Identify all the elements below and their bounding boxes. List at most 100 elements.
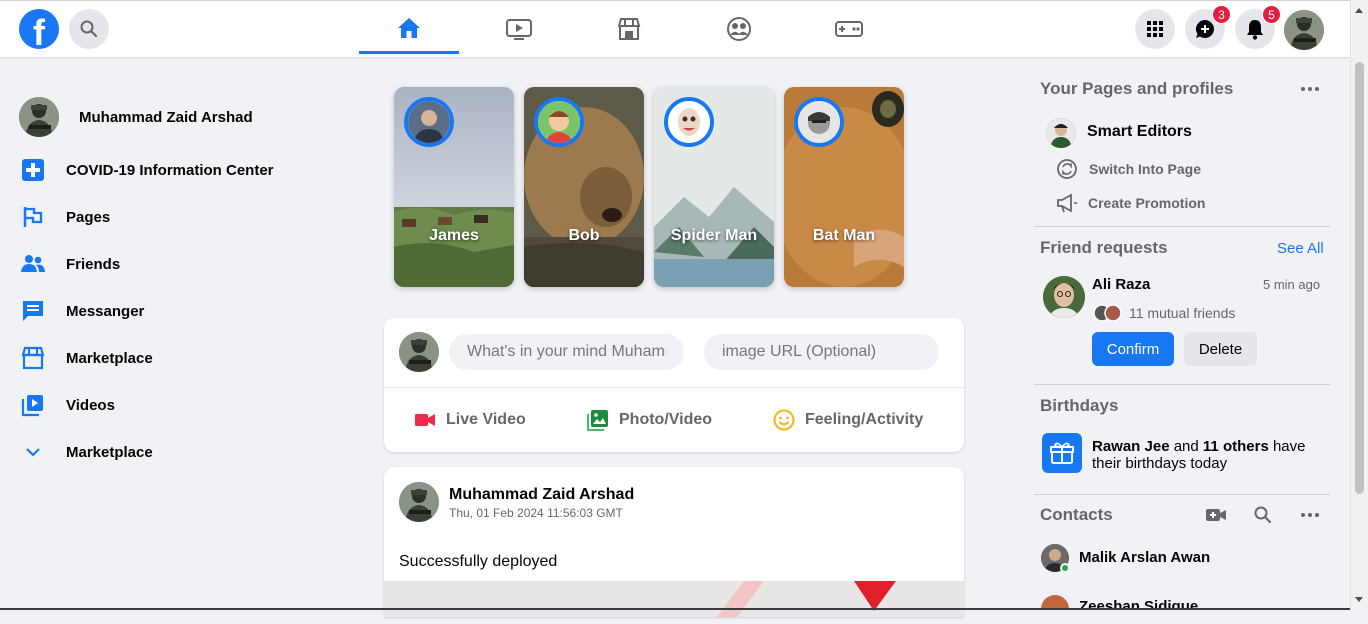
home-icon — [398, 17, 420, 38]
scrollbar-thumb[interactable] — [1355, 62, 1364, 494]
logo-letter: f — [33, 12, 45, 49]
story-card[interactable]: Bat Man — [784, 87, 904, 287]
tab-home[interactable] — [359, 4, 459, 54]
confirm-button[interactable]: Confirm — [1092, 332, 1174, 366]
contact-name-clip: Zeeshan Sidique — [1079, 598, 1279, 608]
contact-item[interactable] — [1041, 544, 1070, 573]
mutual-friends-label: 11 mutual friends — [1129, 305, 1236, 321]
story-avatar — [664, 97, 714, 147]
sidebar-item-label: Videos — [66, 396, 115, 414]
plus-square-icon — [20, 157, 46, 183]
story-name: James — [429, 227, 479, 244]
image-url-input[interactable] — [704, 334, 939, 370]
soldier-avatar-icon — [19, 97, 59, 137]
facebook-logo[interactable]: f — [19, 9, 59, 49]
divider — [1034, 384, 1330, 385]
request-avatar[interactable] — [1043, 276, 1085, 318]
menu-button[interactable] — [1135, 9, 1175, 49]
scroll-up-arrow-icon[interactable] — [1355, 8, 1363, 13]
switch-into-page-button[interactable]: Switch Into Page — [1056, 158, 1201, 180]
contacts-search-button[interactable] — [1253, 505, 1273, 530]
contact-item[interactable] — [1041, 595, 1069, 608]
birthday-name[interactable]: Rawan Jee — [1092, 438, 1170, 455]
grid-menu-icon — [1147, 21, 1163, 37]
notifications-button[interactable]: 5 — [1235, 5, 1281, 49]
mutual-friends[interactable]: 11 mutual friends — [1093, 304, 1235, 322]
sidebar-profile-name[interactable]: Muhammad Zaid Arshad — [79, 99, 253, 135]
video-library-icon — [20, 392, 46, 418]
post-timestamp[interactable]: Thu, 01 Feb 2024 11:56:03 GMT — [449, 506, 623, 520]
birthday-others[interactable]: 11 others — [1203, 438, 1269, 455]
sidebar-item-videos[interactable]: Videos — [20, 387, 115, 423]
request-name[interactable]: Ali Raza — [1092, 276, 1150, 293]
person-avatar-icon — [1043, 276, 1085, 318]
post-author-name[interactable]: Muhammad Zaid Arshad — [449, 486, 634, 504]
sidebar-item-label: COVID-19 Information Center — [66, 161, 274, 179]
live-video-label: Live Video — [446, 411, 526, 428]
contacts-heading: Contacts — [1040, 505, 1113, 524]
page-avatar[interactable] — [1046, 118, 1076, 148]
notifications-badge: 5 — [1262, 5, 1281, 24]
message-icon — [20, 298, 46, 324]
contact-name[interactable]: Malik Arslan Awan — [1079, 549, 1210, 566]
tab-marketplace[interactable] — [579, 4, 679, 54]
vertical-scrollbar[interactable] — [1350, 0, 1368, 612]
post-image[interactable] — [384, 581, 964, 617]
new-room-button[interactable] — [1205, 506, 1227, 529]
gift-icon — [1042, 433, 1082, 473]
profile-avatar[interactable] — [1284, 10, 1324, 50]
create-promotion-button[interactable]: Create Promotion — [1056, 192, 1205, 214]
store-icon — [20, 345, 46, 371]
photo-video-button[interactable]: Photo/Video — [587, 400, 712, 440]
flag-icon — [20, 204, 46, 230]
page-name[interactable]: Smart Editors — [1087, 123, 1192, 141]
sidebar-profile-avatar[interactable] — [19, 97, 59, 137]
mutual-friend-avatars — [1093, 304, 1122, 322]
story-name: Bob — [568, 227, 600, 244]
birthday-rest: their birthdays today — [1092, 455, 1228, 472]
sidebar-item-covid[interactable]: COVID-19 Information Center — [20, 152, 274, 188]
request-time: 5 min ago — [1263, 277, 1321, 292]
sidebar-item-label: Messanger — [66, 302, 145, 320]
friend-requests-heading: Friend requests — [1040, 238, 1168, 257]
sidebar-item-marketplace[interactable]: Marketplace — [20, 340, 153, 376]
pages-more-button[interactable] — [1300, 80, 1320, 101]
post-author-avatar[interactable] — [399, 482, 439, 522]
messenger-button[interactable]: 3 — [1185, 5, 1231, 49]
photo-video-label: Photo/Video — [619, 411, 713, 428]
search-button[interactable] — [69, 9, 109, 49]
top-navigation-bar: f 3 5 — [0, 0, 1350, 57]
sidebar-item-friends[interactable]: Friends — [20, 246, 120, 282]
story-card[interactable]: Bob — [524, 87, 644, 287]
sidebar-item-pages[interactable]: Pages — [20, 199, 110, 235]
tab-gaming[interactable] — [799, 4, 899, 54]
feeling-activity-button[interactable]: Feeling/Activity — [773, 400, 923, 440]
live-video-button[interactable]: Live Video — [414, 400, 526, 440]
contact-name[interactable]: Zeeshan Sidique — [1079, 598, 1279, 608]
online-indicator — [1060, 563, 1070, 573]
marketplace-icon — [617, 18, 641, 40]
tab-groups[interactable] — [689, 4, 789, 54]
birthday-and: and — [1173, 438, 1199, 455]
promo-label: Create Promotion — [1088, 195, 1206, 211]
gaming-icon — [835, 21, 863, 37]
search-icon — [1254, 506, 1272, 524]
sidebar-item-messanger[interactable]: Messanger — [20, 293, 144, 329]
story-name: Bat Man — [812, 227, 876, 244]
chevron-down-icon — [20, 439, 46, 465]
sidebar-item-see-more[interactable]: Marketplace — [20, 434, 153, 470]
tab-watch[interactable] — [469, 4, 569, 54]
story-avatar — [534, 97, 584, 147]
messenger-badge: 3 — [1212, 5, 1231, 24]
story-avatar — [404, 97, 454, 147]
sidebar-item-label: Marketplace — [66, 349, 153, 367]
post-text-input[interactable] — [449, 334, 684, 370]
story-card[interactable]: James — [394, 87, 514, 287]
contacts-more-button[interactable] — [1300, 506, 1320, 527]
scroll-down-arrow-icon[interactable] — [1355, 597, 1363, 602]
megaphone-icon — [1057, 193, 1077, 213]
see-all-link[interactable]: See All — [1277, 240, 1324, 257]
bell-icon — [1247, 20, 1263, 40]
story-card[interactable]: Spider Man — [654, 87, 774, 287]
delete-button[interactable]: Delete — [1184, 332, 1257, 366]
